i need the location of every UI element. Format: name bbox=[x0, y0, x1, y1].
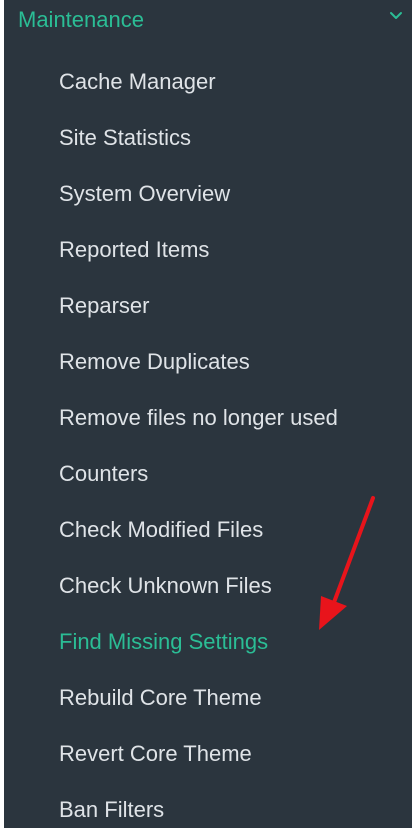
menu-item-label: Remove Duplicates bbox=[59, 349, 250, 374]
maintenance-menu: Cache Manager Site Statistics System Ove… bbox=[4, 54, 412, 828]
menu-item-ban-filters[interactable]: Ban Filters bbox=[4, 782, 412, 828]
menu-item-cache-manager[interactable]: Cache Manager bbox=[4, 54, 412, 110]
menu-item-remove-unused-files[interactable]: Remove files no longer used bbox=[4, 390, 412, 446]
screenshot-frame: Maintenance Cache Manager Site Statistic… bbox=[0, 0, 412, 828]
menu-item-label: Rebuild Core Theme bbox=[59, 685, 262, 710]
menu-item-system-overview[interactable]: System Overview bbox=[4, 166, 412, 222]
menu-item-counters[interactable]: Counters bbox=[4, 446, 412, 502]
menu-item-reparser[interactable]: Reparser bbox=[4, 278, 412, 334]
menu-item-label: Reported Items bbox=[59, 237, 210, 262]
admin-sidebar: Maintenance Cache Manager Site Statistic… bbox=[4, 0, 412, 828]
menu-item-rebuild-core-theme[interactable]: Rebuild Core Theme bbox=[4, 670, 412, 726]
menu-item-label: Check Unknown Files bbox=[59, 573, 272, 598]
menu-item-label: Counters bbox=[59, 461, 149, 486]
menu-item-site-statistics[interactable]: Site Statistics bbox=[4, 110, 412, 166]
menu-item-label: Remove files no longer used bbox=[59, 405, 338, 430]
menu-item-revert-core-theme[interactable]: Revert Core Theme bbox=[4, 726, 412, 782]
menu-item-label: Reparser bbox=[59, 293, 150, 318]
menu-item-reported-items[interactable]: Reported Items bbox=[4, 222, 412, 278]
menu-item-label: Site Statistics bbox=[59, 125, 192, 150]
maintenance-section-header[interactable]: Maintenance bbox=[4, 0, 412, 40]
chevron-down-icon[interactable] bbox=[388, 10, 404, 22]
section-title: Maintenance bbox=[18, 7, 144, 32]
menu-item-label: Ban Filters bbox=[59, 797, 165, 822]
menu-item-label: System Overview bbox=[59, 181, 231, 206]
menu-item-label: Check Modified Files bbox=[59, 517, 264, 542]
menu-item-label: Find Missing Settings bbox=[59, 629, 269, 654]
menu-item-find-missing-settings[interactable]: Find Missing Settings bbox=[4, 614, 412, 670]
menu-item-label: Cache Manager bbox=[59, 69, 216, 94]
menu-item-check-unknown-files[interactable]: Check Unknown Files bbox=[4, 558, 412, 614]
menu-item-check-modified-files[interactable]: Check Modified Files bbox=[4, 502, 412, 558]
menu-item-remove-duplicates[interactable]: Remove Duplicates bbox=[4, 334, 412, 390]
menu-item-label: Revert Core Theme bbox=[59, 741, 252, 766]
